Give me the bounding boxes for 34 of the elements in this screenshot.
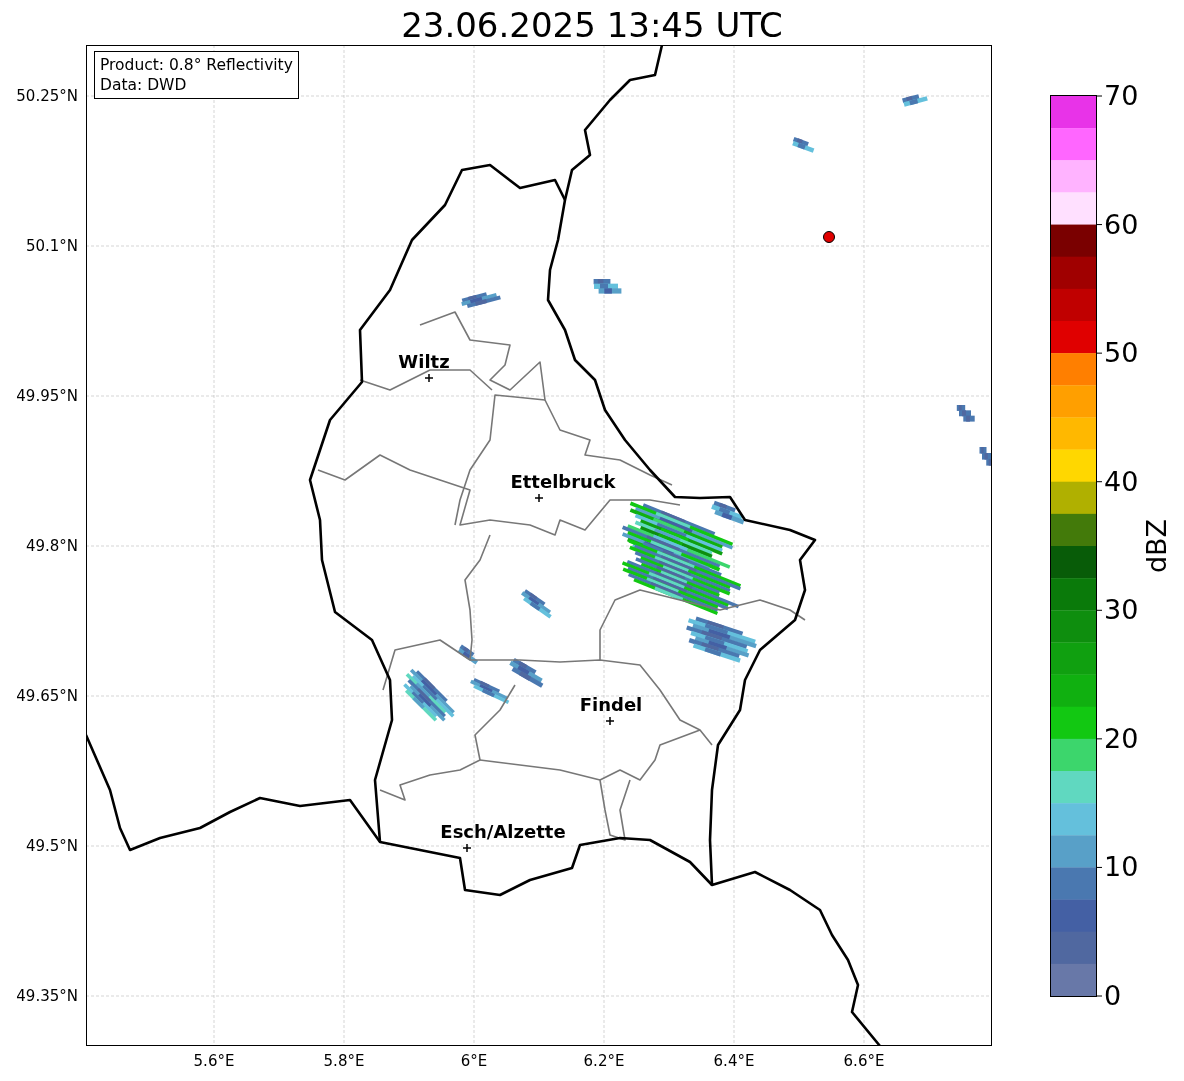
colorbar-tick-label: 50	[1104, 338, 1139, 369]
x-tick-label: 6.4°E	[713, 1051, 755, 1071]
x-tick-label: 5.6°E	[193, 1051, 235, 1071]
colorbar-tick-label: 70	[1104, 81, 1139, 111]
city-marker-icon	[462, 843, 472, 853]
y-tick-label: 49.5°N	[25, 836, 78, 856]
city-marker-icon	[605, 716, 615, 726]
city-label: Wiltz	[398, 351, 450, 373]
chart-title: 23.06.2025 13:45 UTC	[401, 4, 783, 46]
colorbar-tick-label: 20	[1104, 723, 1139, 754]
y-tick-label: 50.25°N	[16, 86, 78, 106]
info-text: Product: 0.8° Reflectivity	[100, 55, 293, 75]
city-label: Ettelbruck	[510, 471, 616, 493]
colorbar-label: dBZ	[1142, 518, 1173, 574]
city-label: Esch/Alzette	[440, 821, 566, 843]
colorbar-tick-label: 60	[1104, 209, 1139, 240]
y-tick-label: 49.8°N	[25, 536, 78, 556]
radar-site-marker	[823, 231, 835, 243]
colorbar-tick-label: 40	[1104, 466, 1139, 497]
info-text: Data: DWD	[100, 75, 188, 95]
x-tick-label: 6.6°E	[843, 1051, 885, 1071]
city-label: Findel	[579, 694, 643, 716]
y-tick-label: 49.95°N	[16, 386, 78, 406]
city-marker-icon	[424, 373, 434, 383]
x-tick-label: 6.2°E	[583, 1051, 625, 1071]
colorbar-tick-label: 10	[1104, 852, 1139, 883]
colorbar-tick-label: 30	[1104, 595, 1139, 626]
y-tick-label: 49.35°N	[16, 986, 78, 1006]
y-tick-label: 49.65°N	[16, 686, 78, 706]
y-tick-label: 50.1°N	[25, 236, 78, 256]
x-tick-label: 6°E	[460, 1051, 488, 1071]
colorbar-tick-label: 0	[1104, 981, 1122, 1011]
x-tick-label: 5.8°E	[323, 1051, 365, 1071]
city-marker-icon	[534, 493, 544, 503]
